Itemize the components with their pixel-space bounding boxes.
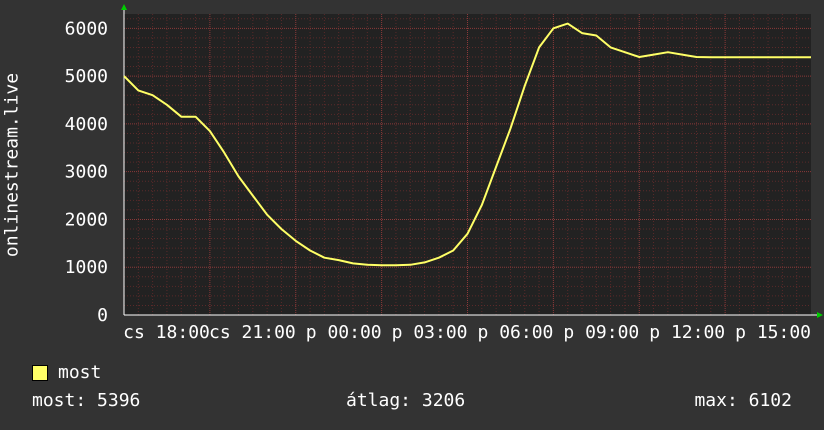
x-tick-labels: cs 18:00 cs 21:00 p 00:00 p 03:00 p 06:00 p 0… (123, 322, 811, 343)
x-tick-label: p 12:00 (649, 322, 725, 343)
current-value-stat: most: 5396 (32, 390, 141, 411)
x-tick-label: p 09:00 (563, 322, 639, 343)
y-tick-label: 6000 (65, 18, 108, 39)
y-tick-label: 0 (97, 305, 108, 326)
y-axis-arrow (121, 4, 127, 10)
x-tick-label: cs 18:00 (123, 322, 210, 343)
line-chart: 0 1000 2000 3000 4000 5000 6000 cs 18:00 cs 21:… (65, 4, 823, 343)
x-tick-label: p 03:00 (392, 322, 468, 343)
legend-label: most (58, 362, 102, 383)
average-value-stat: átlag: 3206 (346, 390, 466, 411)
y-tick-label: 4000 (65, 114, 108, 135)
y-tick-labels: 0 1000 2000 3000 4000 5000 6000 (65, 18, 108, 326)
x-tick-label: p 00:00 (306, 322, 382, 343)
x-tick-label: cs 21:00 (209, 322, 296, 343)
x-tick-label: p 15:00 (735, 322, 811, 343)
y-tick-label: 1000 (65, 257, 108, 278)
y-tick-label: 2000 (65, 209, 108, 230)
x-axis-arrow (817, 312, 823, 318)
legend: most (32, 362, 101, 383)
x-tick-label: p 06:00 (478, 322, 554, 343)
legend-swatch (32, 364, 48, 381)
y-tick-label: 5000 (65, 66, 108, 87)
y-axis-label: onlinestream.live (1, 72, 23, 258)
y-tick-label: 3000 (65, 162, 108, 183)
max-value-stat: max: 6102 (694, 390, 792, 411)
